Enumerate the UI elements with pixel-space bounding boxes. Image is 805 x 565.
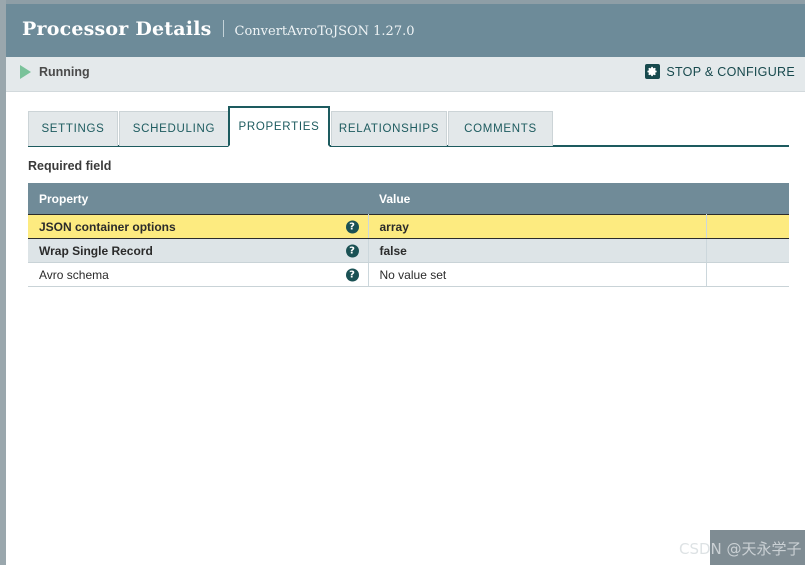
page-title: Processor Details	[22, 18, 212, 40]
property-value-cell[interactable]: false	[368, 238, 707, 263]
header-divider	[222, 20, 224, 37]
run-status-label: Running	[39, 65, 90, 79]
tab-properties[interactable]: PROPERTIES	[228, 106, 330, 147]
dialog-header: Processor Details ConvertAvroToJSON 1.27…	[6, 4, 805, 57]
processor-type-label: ConvertAvroToJSON 1.27.0	[234, 24, 415, 39]
table-row[interactable]: JSON container options ? array	[28, 214, 789, 239]
table-row[interactable]: Wrap Single Record ? false	[28, 238, 789, 263]
property-action-cell	[706, 214, 789, 239]
help-circle-icon[interactable]: ?	[345, 268, 359, 281]
help-circle-icon[interactable]: ?	[345, 244, 359, 257]
screenshot-root: Queued: 0/0 bytes Processor Details Conv…	[0, 0, 805, 565]
tab-scheduling-label: SCHEDULING	[132, 123, 216, 135]
column-header-actions	[706, 183, 789, 215]
table-row[interactable]: Avro schema ? No value set	[28, 262, 789, 287]
property-name-label: Wrap Single Record	[39, 243, 153, 258]
property-name-label: Avro schema	[39, 267, 109, 282]
stop-and-configure-label: STOP & CONFIGURE	[666, 64, 795, 79]
properties-table: Property Value JSON container options ? …	[28, 183, 789, 287]
tab-scheduling[interactable]: SCHEDULING	[119, 111, 229, 146]
property-value-cell[interactable]: array	[368, 214, 707, 239]
property-action-cell	[706, 238, 789, 263]
property-name-cell: Avro schema ?	[28, 262, 369, 287]
stop-and-configure-button[interactable]: STOP & CONFIGURE	[645, 64, 795, 79]
help-circle-icon[interactable]: ?	[345, 220, 359, 233]
tab-bar: SETTINGS SCHEDULING PROPERTIES RELATIONS…	[6, 106, 805, 147]
property-value-cell[interactable]: No value set	[368, 262, 707, 287]
property-name-label: JSON container options	[39, 219, 176, 234]
watermark-text: CSDN @天永学子	[679, 540, 802, 558]
status-bar: Running STOP & CONFIGURE	[6, 57, 805, 92]
tab-comments-label: COMMENTS	[464, 123, 537, 135]
tab-comments[interactable]: COMMENTS	[448, 111, 553, 146]
processor-details-dialog: Processor Details ConvertAvroToJSON 1.27…	[6, 4, 805, 565]
tab-properties-label: PROPERTIES	[238, 120, 320, 133]
required-field-note: Required field	[28, 159, 112, 173]
run-status: Running	[20, 65, 90, 79]
column-header-property: Property	[28, 183, 368, 215]
property-action-cell	[706, 262, 789, 287]
table-header-row: Property Value	[28, 183, 789, 215]
play-icon	[20, 65, 31, 79]
column-header-value: Value	[368, 183, 706, 215]
property-name-cell: Wrap Single Record ?	[28, 238, 369, 263]
tab-settings-label: SETTINGS	[41, 123, 105, 135]
gear-icon	[645, 64, 661, 79]
dialog-header-content: Processor Details ConvertAvroToJSON 1.27…	[22, 18, 415, 40]
tab-relationships[interactable]: RELATIONSHIPS	[331, 111, 447, 146]
property-name-cell: JSON container options ?	[28, 214, 369, 239]
tab-settings[interactable]: SETTINGS	[28, 111, 118, 146]
tab-relationships-label: RELATIONSHIPS	[338, 123, 440, 135]
